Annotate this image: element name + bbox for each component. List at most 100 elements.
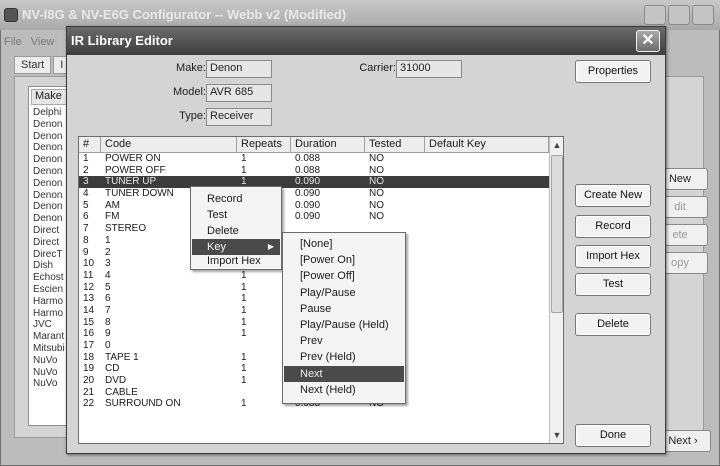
key-submenu-item[interactable]: Play/Pause xyxy=(284,285,404,301)
table-cell: NO xyxy=(369,153,384,164)
scroll-thumb[interactable] xyxy=(551,155,563,313)
table-cell: 0.088 xyxy=(295,153,321,164)
properties-button[interactable]: Properties xyxy=(575,60,651,83)
table-row[interactable]: 4TUNER DOWN10.090NO xyxy=(79,188,549,200)
table-cell: DVD xyxy=(105,375,127,387)
column-header[interactable]: # xyxy=(79,137,101,153)
scroll-up-icon[interactable]: ▲ xyxy=(550,137,563,153)
table-cell: 0.090 xyxy=(295,211,321,223)
type-field[interactable]: Receiver xyxy=(206,108,272,126)
key-submenu-item[interactable]: Next xyxy=(284,365,404,382)
column-header[interactable]: Default Key xyxy=(425,137,549,153)
context-menu-item-label: Import Hex xyxy=(207,255,261,267)
table-cell: 19 xyxy=(83,363,95,375)
key-submenu-item[interactable]: [Power Off] xyxy=(284,268,404,284)
record-button[interactable]: Record xyxy=(575,215,651,238)
table-scrollbar[interactable]: ▲ ▼ xyxy=(549,137,563,443)
context-menu-item[interactable]: Import Hex xyxy=(192,253,280,269)
menu-file[interactable]: File xyxy=(4,36,22,48)
table-cell: 22 xyxy=(83,398,95,410)
column-header[interactable]: Repeats xyxy=(237,137,291,153)
table-cell: 13 xyxy=(83,293,95,305)
table-row[interactable]: 5AM10.090NO xyxy=(79,200,549,212)
make-label: Make: xyxy=(176,62,206,74)
table-cell: NO xyxy=(369,176,384,188)
table-cell: TAPE 1 xyxy=(105,351,139,363)
table-cell: NO xyxy=(369,199,384,211)
table-cell: 7 xyxy=(83,223,89,235)
model-label: Model: xyxy=(172,86,206,98)
delete-button[interactable]: Delete xyxy=(575,313,651,336)
parent-menu-bar: File View xyxy=(4,36,63,48)
table-cell: 0 xyxy=(105,340,111,351)
table-cell: 4 xyxy=(83,188,89,200)
carrier-label: Carrier: xyxy=(359,62,396,74)
context-menu-item[interactable]: Delete xyxy=(192,223,280,239)
key-submenu-item[interactable]: Prev (Held) xyxy=(284,349,404,365)
table-cell: 16 xyxy=(83,328,95,340)
table-cell: 2 xyxy=(83,164,89,176)
table-cell: 0.088 xyxy=(295,164,321,176)
table-cell: 12 xyxy=(83,281,95,293)
table-row[interactable]: 2 POWER OFF 1 0.088 NO xyxy=(79,165,549,177)
dialog-close-icon[interactable]: ✕ xyxy=(636,30,660,52)
key-submenu-item[interactable]: [Power On] xyxy=(284,252,404,268)
table-cell: 5 xyxy=(105,281,111,293)
table-cell: 6 xyxy=(105,293,111,305)
table-row[interactable]: 6FM10.090NO xyxy=(79,211,549,223)
column-header[interactable]: Duration xyxy=(291,137,365,153)
table-cell: 21 xyxy=(83,386,95,398)
carrier-field[interactable]: 31000 xyxy=(396,60,462,78)
make-field[interactable]: Denon xyxy=(206,60,272,78)
table-cell: 0.090 xyxy=(295,176,321,188)
table-cell: NO xyxy=(369,188,384,200)
tab-start[interactable]: Start xyxy=(14,56,52,74)
table-cell: 1 xyxy=(241,153,247,164)
import-hex-button[interactable]: Import Hex xyxy=(575,245,651,268)
done-button[interactable]: Done xyxy=(575,424,651,447)
table-cell: 8 xyxy=(83,234,89,246)
table-cell: CD xyxy=(105,363,120,375)
context-menu-item[interactable]: Test xyxy=(192,207,280,223)
key-submenu-item[interactable]: Play/Pause (Held) xyxy=(284,317,404,333)
table-cell: 1 xyxy=(83,153,89,164)
table-cell: CABLE xyxy=(105,386,138,398)
minimize-icon[interactable] xyxy=(644,5,666,25)
scroll-down-icon[interactable]: ▼ xyxy=(550,427,563,443)
key-submenu-item[interactable]: Pause xyxy=(284,301,404,317)
table-cell: 3 xyxy=(83,176,89,188)
table-cell: 9 xyxy=(105,328,111,340)
key-submenu-item[interactable]: Prev xyxy=(284,333,404,349)
table-cell: 8 xyxy=(105,316,111,328)
table-cell: POWER OFF xyxy=(105,164,166,176)
menu-view[interactable]: View xyxy=(31,36,55,48)
parent-tabs: Start I xyxy=(14,56,72,74)
table-cell: NO xyxy=(369,164,384,176)
table-cell: SURROUND ON xyxy=(105,398,181,410)
context-menu-item[interactable]: Record xyxy=(192,191,280,207)
table-cell: 5 xyxy=(83,199,89,211)
table-cell: 10 xyxy=(83,258,95,270)
column-header[interactable]: Tested xyxy=(365,137,425,153)
table-cell: 0.090 xyxy=(295,199,321,211)
table-cell: 6 xyxy=(83,211,89,223)
row-context-menu: Record Test Delete Key ▶ Import Hex xyxy=(190,186,282,270)
table-row[interactable]: 1 POWER ON 1 0.088 NO xyxy=(79,153,549,165)
table-cell: 17 xyxy=(83,340,95,351)
context-menu-item-label: Record xyxy=(207,193,243,205)
table-cell: 18 xyxy=(83,351,95,363)
table-row[interactable]: 3 TUNER UP 1 0.090 NO xyxy=(79,176,549,189)
create-new-button[interactable]: Create New xyxy=(575,184,651,207)
table-cell: 20 xyxy=(83,375,95,387)
type-label: Type: xyxy=(179,110,206,122)
model-field[interactable]: AVR 685 xyxy=(206,84,272,102)
maximize-icon[interactable] xyxy=(668,5,690,25)
table-cell: 0.090 xyxy=(295,188,321,200)
test-button[interactable]: Test xyxy=(575,273,651,296)
dialog-title: IR Library Editor xyxy=(67,27,665,55)
key-submenu-item[interactable]: [None] xyxy=(284,236,404,252)
key-submenu-item[interactable]: Next (Held) xyxy=(284,382,404,398)
close-icon[interactable] xyxy=(692,5,714,25)
table-cell: NO xyxy=(369,211,384,223)
column-header[interactable]: Code xyxy=(101,137,237,153)
